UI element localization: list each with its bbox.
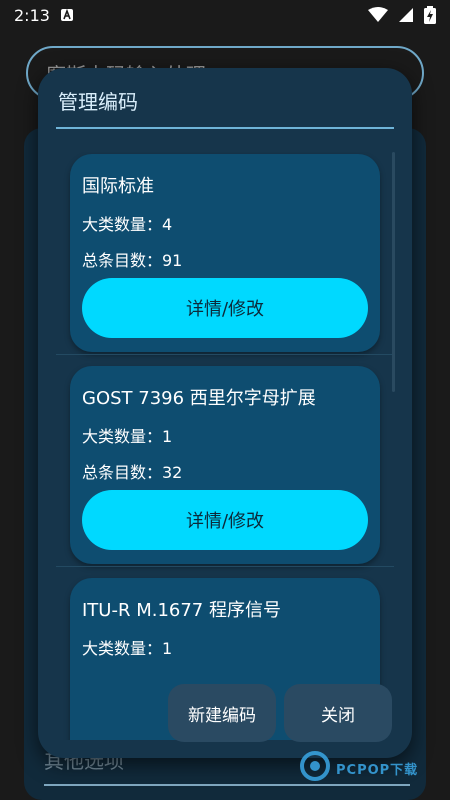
- notification-a-icon: [60, 8, 74, 22]
- signal-icon: [398, 7, 414, 23]
- total-entries: 总条目数：32: [82, 463, 183, 482]
- encoding-name: 国际标准: [82, 176, 154, 197]
- category-count: 大类数量：1: [82, 427, 173, 446]
- encoding-list[interactable]: 国际标准 大类数量：4 总条目数：91 详情/修改 GOST 7396 西里尔字…: [56, 152, 394, 740]
- details-edit-button[interactable]: 详情/修改: [82, 490, 368, 550]
- total-entries: 总条目数：91: [82, 251, 183, 270]
- list-divider: [56, 354, 394, 355]
- dialog-actions: 新建编码 关闭: [168, 684, 392, 742]
- dialog-title: 管理编码: [58, 90, 138, 114]
- wifi-icon: [368, 7, 388, 23]
- battery-charging-icon: [424, 6, 436, 24]
- encoding-name: ITU-R M.1677 程序信号: [82, 600, 281, 621]
- new-encoding-button[interactable]: 新建编码: [168, 684, 276, 742]
- manage-encoding-dialog: 管理编码 国际标准 大类数量：4 总条目数：91 详情/修改 GOST 7396…: [38, 68, 412, 758]
- category-count: 大类数量：1: [82, 639, 173, 658]
- watermark: PCPOP下载: [300, 748, 440, 788]
- status-right: [368, 6, 436, 24]
- encoding-card: 国际标准 大类数量：4 总条目数：91 详情/修改: [70, 154, 380, 352]
- watermark-logo-icon: [300, 751, 330, 785]
- status-left: 2:13: [14, 6, 74, 25]
- encoding-card: GOST 7396 西里尔字母扩展 大类数量：1 总条目数：32 详情/修改: [70, 366, 380, 564]
- list-scrollbar[interactable]: [392, 152, 395, 392]
- encoding-name: GOST 7396 西里尔字母扩展: [82, 388, 316, 409]
- dialog-divider: [56, 127, 394, 129]
- status-time: 2:13: [14, 5, 50, 25]
- close-button[interactable]: 关闭: [284, 684, 392, 742]
- details-edit-button[interactable]: 详情/修改: [82, 278, 368, 338]
- status-bar: 2:13: [0, 0, 450, 30]
- category-count: 大类数量：4: [82, 215, 173, 234]
- watermark-text: PCPOP下载: [336, 762, 419, 778]
- list-divider: [56, 566, 394, 567]
